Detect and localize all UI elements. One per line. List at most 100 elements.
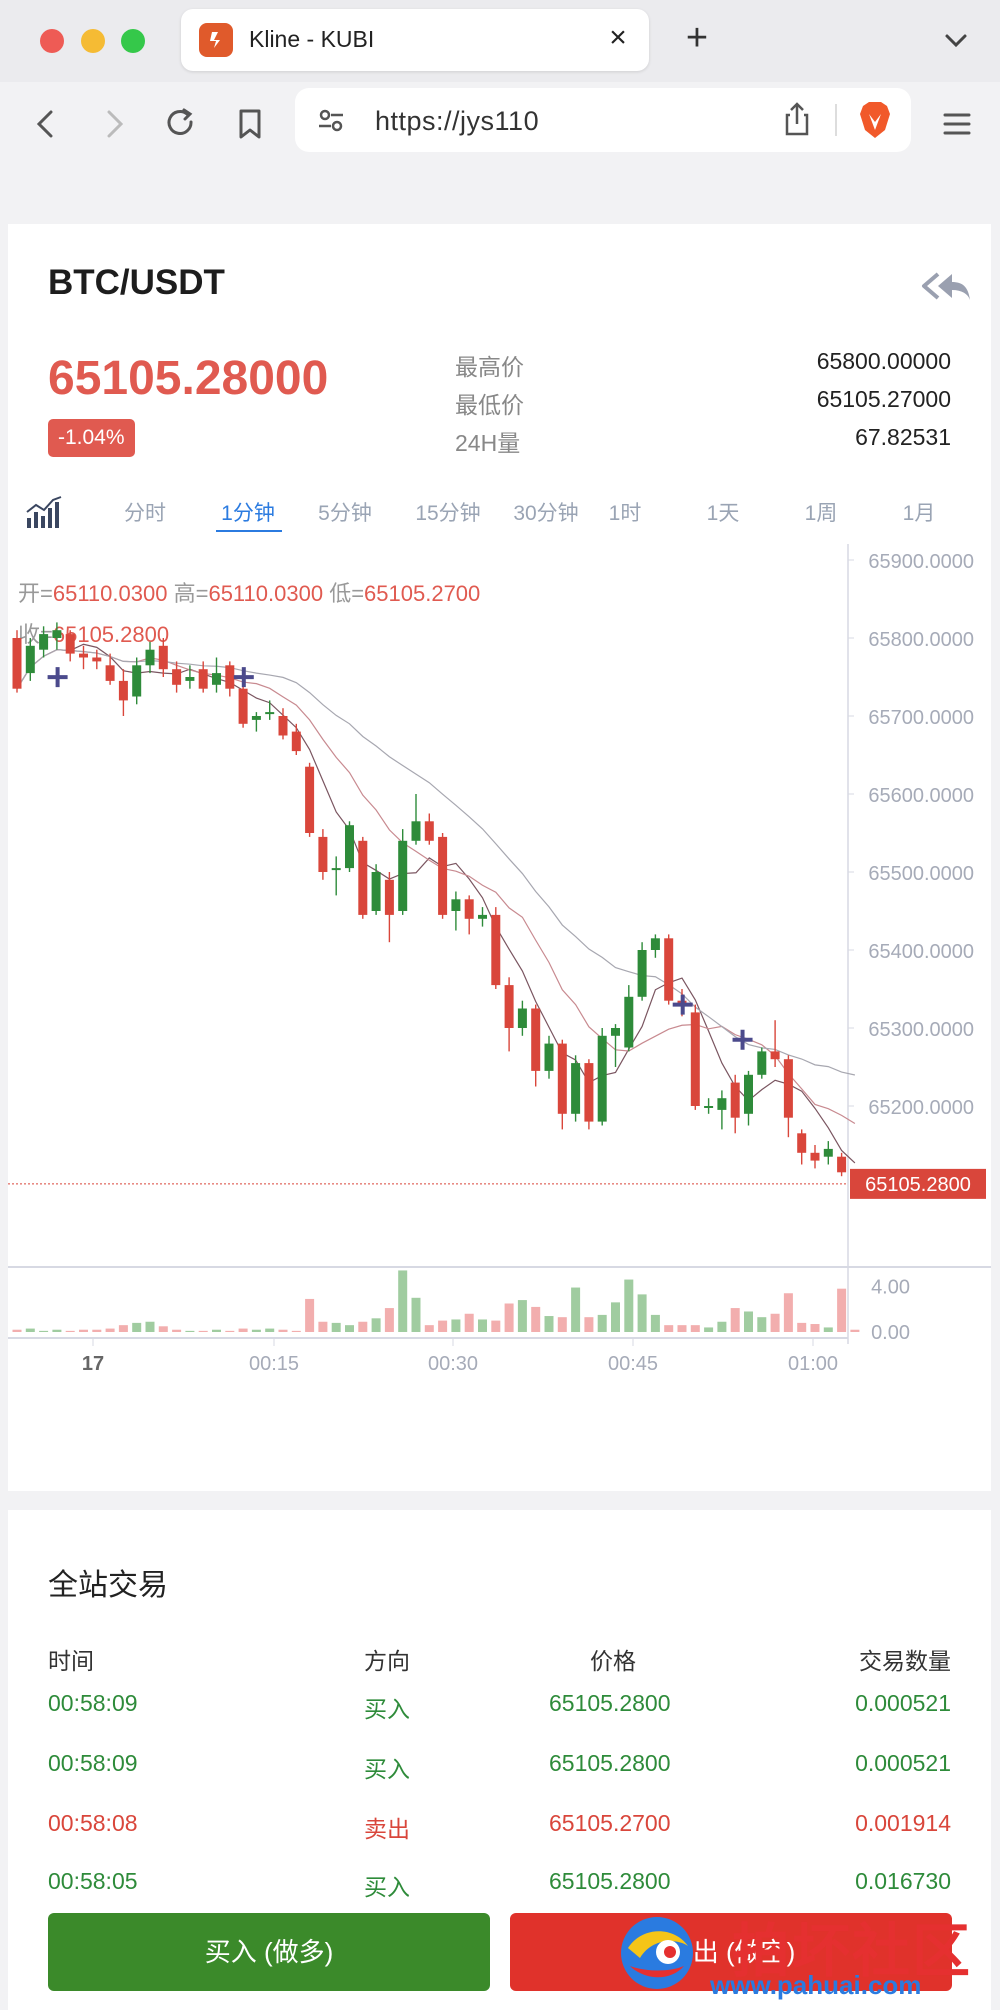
period-tab-30min[interactable]: 30分钟 <box>513 497 578 527</box>
volume-bar <box>517 1300 527 1332</box>
volume-bar <box>424 1325 434 1332</box>
period-tab-15min[interactable]: 15分钟 <box>415 497 480 527</box>
candle-body <box>318 836 328 872</box>
volume-bar <box>79 1329 88 1332</box>
period-tab-1w[interactable]: 1周 <box>805 497 838 527</box>
volume-bar <box>478 1319 487 1332</box>
time-tick-label: 01:00 <box>788 1353 838 1375</box>
volume-bar <box>411 1297 421 1332</box>
window-close-button[interactable] <box>40 29 64 53</box>
forward-arrow-icon[interactable] <box>90 100 138 148</box>
site-settings-icon[interactable] <box>315 104 347 136</box>
candle-body <box>331 868 341 871</box>
candle-body <box>611 1028 620 1036</box>
buy-long-button[interactable]: 买入 (做多) <box>48 1913 490 1991</box>
ma5-line <box>16 643 856 1164</box>
url-text[interactable]: https://jys110 <box>375 106 539 137</box>
period-tab-1mo[interactable]: 1月 <box>903 497 936 527</box>
candle-body <box>624 996 634 1048</box>
market-card: BTC/USDT 65105.28000 -1.04% 最高价 65800.00… <box>8 224 991 1499</box>
candle-body <box>797 1133 807 1153</box>
trades-title: 全站交易 <box>48 1569 168 1602</box>
period-tab-1min[interactable]: 1分钟 <box>221 497 275 527</box>
candle-body <box>464 899 474 919</box>
browser-tab[interactable]: Kline - KUBI × <box>181 9 649 71</box>
candle-body <box>504 985 514 1028</box>
volume-bar <box>305 1298 315 1332</box>
candle-body <box>424 821 434 841</box>
time-tick-label: 17 <box>82 1353 104 1375</box>
kline-chart[interactable]: 66000.000065900.000065800.000065700.0000… <box>8 544 991 1484</box>
volume-bar <box>438 1320 448 1332</box>
stat-value-low: 65105.27000 <box>816 386 951 412</box>
period-tab-timeline[interactable]: 分时 <box>124 497 166 527</box>
bookmark-icon[interactable] <box>226 100 274 148</box>
candle-body <box>597 1035 607 1122</box>
volume-bar <box>65 1330 75 1332</box>
volume-bar <box>358 1321 368 1332</box>
candle-body <box>132 665 142 697</box>
price-tick-label: 65400.0000 <box>868 941 974 963</box>
price-tick-label: 65200.0000 <box>868 1097 974 1119</box>
back-arrow-icon[interactable] <box>22 100 70 148</box>
window-minimize-button[interactable] <box>81 29 105 53</box>
candle-body <box>637 950 647 997</box>
candle-body <box>664 938 674 1001</box>
price-change-badge: -1.04% <box>48 419 135 457</box>
candle-body <box>25 645 35 674</box>
tab-close-icon[interactable]: × <box>601 21 635 55</box>
hamburger-menu-icon[interactable] <box>933 100 981 148</box>
volume-bar <box>52 1329 62 1332</box>
volume-bar <box>531 1306 541 1332</box>
brave-shield-icon[interactable] <box>857 100 893 140</box>
header-time: 时间 <box>48 1648 94 1674</box>
volume-bar <box>730 1308 740 1332</box>
candle-body <box>398 840 408 911</box>
period-tab-1h[interactable]: 1时 <box>609 497 642 527</box>
period-tab-1d[interactable]: 1天 <box>707 497 740 527</box>
volume-bar <box>624 1279 634 1332</box>
volume-bar <box>384 1308 394 1332</box>
volume-tick-label: 4.00 <box>871 1276 910 1298</box>
volume-bar <box>557 1317 567 1332</box>
price-tick-label: 65800.0000 <box>868 629 974 651</box>
new-tab-button[interactable]: + <box>675 18 719 62</box>
volume-bar <box>318 1321 328 1332</box>
browser-toolbar: https://jys110 <box>0 82 1000 170</box>
candle-body <box>571 1063 581 1114</box>
candle-body <box>238 688 248 724</box>
watermark-logo-icon <box>621 1917 693 1989</box>
price-tick-label: 65500.0000 <box>868 863 974 885</box>
volume-bar <box>823 1327 833 1332</box>
reload-icon[interactable] <box>157 100 205 148</box>
candle-body <box>265 712 275 715</box>
tab-list-chevron-icon[interactable] <box>938 22 974 58</box>
trade-time: 00:58:05 <box>48 1868 138 1894</box>
tab-title: Kline - KUBI <box>249 26 375 52</box>
candle-body <box>531 1008 541 1071</box>
volume-bar <box>770 1313 780 1332</box>
volume-bar <box>25 1328 35 1332</box>
volume-bar <box>744 1311 753 1332</box>
address-bar[interactable]: https://jys110 <box>295 88 911 152</box>
active-period-indicator <box>216 530 282 532</box>
volume-bar <box>331 1322 341 1332</box>
candle-body <box>158 645 168 670</box>
candle-body <box>544 1043 554 1071</box>
share-icon[interactable] <box>781 100 813 138</box>
period-tab-5min[interactable]: 5分钟 <box>318 497 372 527</box>
price-tick-label: 65700.0000 <box>868 707 974 729</box>
candle-body <box>384 879 394 915</box>
candle-body <box>757 1051 767 1075</box>
candle-body <box>358 840 368 915</box>
window-zoom-button[interactable] <box>121 29 145 53</box>
volume-bar <box>664 1325 674 1332</box>
candle-body <box>172 669 182 685</box>
volume-bar <box>783 1293 793 1332</box>
volume-bar <box>464 1313 474 1332</box>
reply-back-icon[interactable] <box>918 266 974 306</box>
volume-bar <box>185 1330 195 1332</box>
candle-body <box>411 821 421 841</box>
indicator-chart-icon[interactable] <box>24 496 64 530</box>
volume-bar <box>345 1325 354 1332</box>
